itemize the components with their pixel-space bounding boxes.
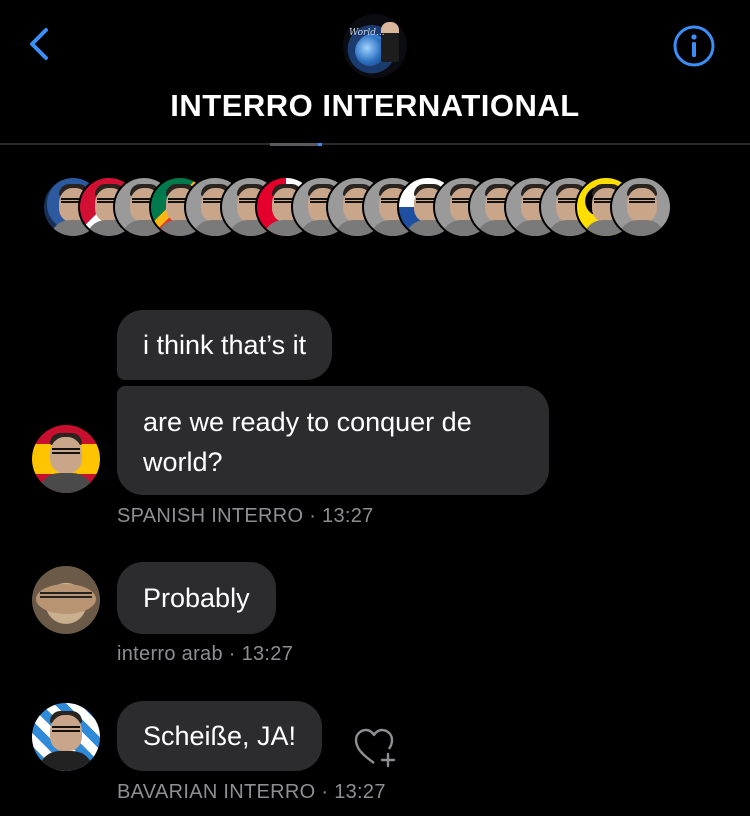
sender-name: BAVARIAN INTERRO: [117, 781, 316, 803]
avatar-spanish-interro[interactable]: [32, 425, 100, 493]
message-bubble[interactable]: i think that’s it: [117, 310, 333, 380]
message-bubble[interactable]: Probably: [117, 562, 276, 634]
message-meta: interro arab · 13:27: [117, 643, 293, 666]
message-meta: BAVARIAN INTERRO · 13:27: [117, 781, 386, 804]
scroll-fade-line: [318, 143, 322, 146]
participant-avatars[interactable]: [42, 176, 702, 240]
conversation-title[interactable]: INTERRO INTERNATIONAL: [0, 88, 750, 124]
message-bubble[interactable]: are we ready to conquer de world?: [117, 386, 549, 495]
react-button[interactable]: [352, 725, 400, 769]
group-avatar-text: World...: [349, 28, 385, 38]
message-text: Probably: [143, 583, 250, 613]
participant-avatar: [610, 176, 672, 238]
avatar-bavarian-interro[interactable]: [32, 703, 100, 771]
glasses-image: [40, 592, 92, 598]
back-button[interactable]: [22, 24, 62, 64]
distorted-face-image: [36, 584, 96, 614]
info-button[interactable]: [672, 24, 716, 68]
message-bubble[interactable]: Scheiße, JA!: [117, 701, 323, 771]
scroll-fade-line: [270, 143, 318, 146]
message-text: are we ready to conquer de world?: [143, 407, 472, 477]
group-avatar[interactable]: World...: [343, 14, 407, 78]
message-text: i think that’s it: [143, 330, 307, 360]
message-meta: SPANISH INTERRO · 13:27: [117, 505, 374, 528]
heart-plus-icon: [354, 728, 396, 768]
timestamp: · 13:27: [228, 643, 294, 665]
conversation-header: World... INTERRO INTERNATIONAL: [0, 0, 750, 145]
message-text: Scheiße, JA!: [143, 721, 297, 751]
chevron-left-icon: [30, 28, 48, 60]
avatar-interro-arab[interactable]: [32, 566, 100, 634]
timestamp: · 13:27: [321, 781, 386, 803]
sender-name: interro arab: [117, 643, 223, 665]
timestamp: · 13:27: [309, 505, 374, 527]
info-icon: [673, 25, 715, 67]
sender-name: SPANISH INTERRO: [117, 505, 304, 527]
